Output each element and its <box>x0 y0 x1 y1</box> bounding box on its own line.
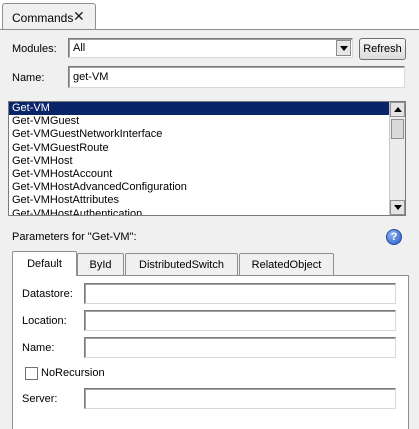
list-item[interactable]: Get-VMHostAdvancedConfiguration <box>9 181 405 194</box>
list-item[interactable]: Get-VMGuest <box>9 115 405 128</box>
close-icon[interactable]: ✕ <box>73 9 85 23</box>
commands-tab-label: Commands <box>12 11 74 25</box>
list-item[interactable]: Get-VMHostAccount <box>9 168 405 181</box>
server-field[interactable] <box>84 388 396 409</box>
list-item[interactable]: Get-VMHostAuthentication <box>9 208 405 216</box>
tab-relatedobject[interactable]: RelatedObject <box>239 253 334 275</box>
location-field[interactable] <box>84 310 396 331</box>
commands-tab[interactable]: Commands ✕ <box>2 3 96 30</box>
datastore-field[interactable] <box>84 283 396 304</box>
norecursion-label: NoRecursion <box>41 367 105 379</box>
name-filter-label: Name: <box>12 72 45 84</box>
modules-label: Modules: <box>12 43 57 55</box>
command-list[interactable]: Get-VM Get-VMGuest Get-VMGuestNetworkInt… <box>8 101 406 216</box>
server-label: Server: <box>22 393 58 405</box>
help-icon[interactable]: ? <box>386 229 402 245</box>
scroll-up-arrow-icon[interactable] <box>390 102 405 117</box>
scroll-down-arrow-icon[interactable] <box>390 200 405 215</box>
tab-byid[interactable]: ById <box>77 253 124 275</box>
norecursion-checkbox[interactable] <box>25 367 38 380</box>
modules-dropdown[interactable]: All <box>68 38 353 58</box>
refresh-button[interactable]: Refresh <box>359 38 406 60</box>
list-item[interactable]: Get-VMGuestNetworkInterface <box>9 128 405 141</box>
list-item[interactable]: Get-VMGuestRoute <box>9 142 405 155</box>
list-item[interactable]: Get-VMHostAttributes <box>9 194 405 207</box>
list-item[interactable]: Get-VMHost <box>9 155 405 168</box>
datastore-label: Datastore: <box>22 288 73 300</box>
dropdown-arrow-icon[interactable] <box>336 40 351 56</box>
name-filter-input[interactable]: get-VM <box>68 66 405 88</box>
command-list-items: Get-VM Get-VMGuest Get-VMGuestNetworkInt… <box>9 102 405 216</box>
list-item[interactable]: Get-VM <box>9 102 405 116</box>
parameters-header: Parameters for "Get-VM": <box>12 231 137 243</box>
tab-default[interactable]: Default <box>12 251 77 276</box>
modules-dropdown-value: All <box>73 42 86 54</box>
scrollbar-thumb[interactable] <box>391 119 404 139</box>
tab-strip: Commands ✕ <box>0 0 419 30</box>
list-scrollbar[interactable] <box>389 102 405 215</box>
name-param-field[interactable] <box>84 337 396 358</box>
name-param-label: Name: <box>22 342 55 354</box>
location-label: Location: <box>22 315 67 327</box>
tab-distributedswitch[interactable]: DistributedSwitch <box>125 253 238 275</box>
